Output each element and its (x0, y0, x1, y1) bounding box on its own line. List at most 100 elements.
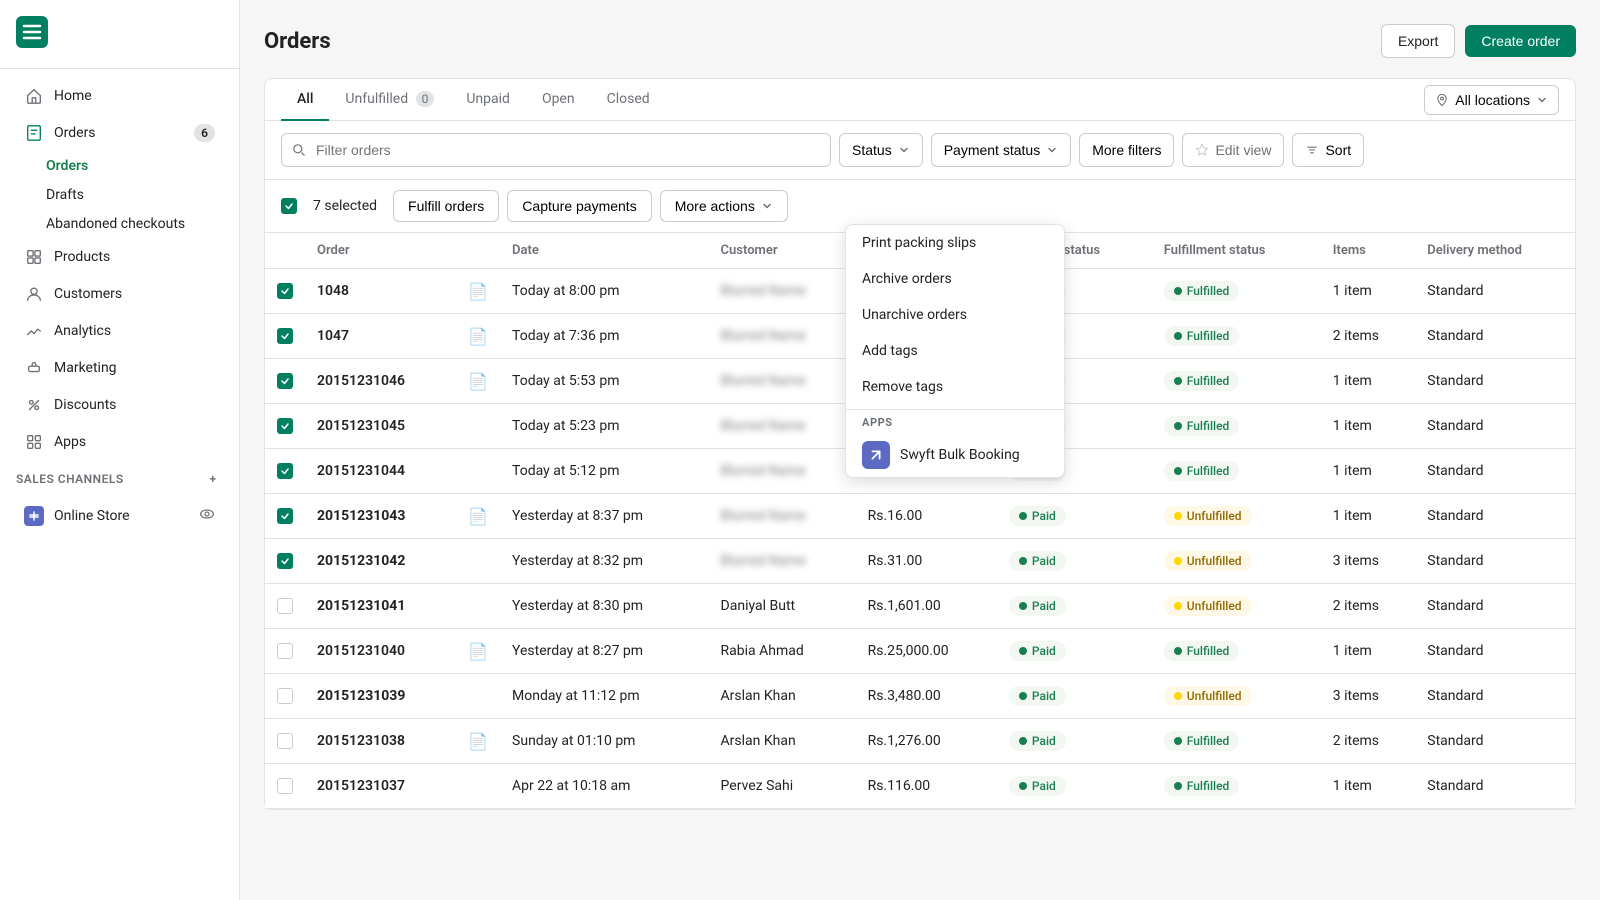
sidebar-item-products[interactable]: Products (8, 239, 231, 275)
payment-status-filter-button[interactable]: Payment status (931, 133, 1072, 167)
more-actions-button[interactable]: More actions (660, 190, 788, 222)
select-all-checkbox[interactable] (281, 198, 297, 214)
tab-all[interactable]: All (281, 79, 329, 121)
table-row[interactable]: 20151231039 Monday at 11:12 pm Arslan Kh… (265, 674, 1575, 719)
tab-unfulfilled[interactable]: Unfulfilled 0 (329, 79, 450, 121)
order-date-cell: Yesterday at 8:27 pm (500, 629, 709, 674)
sidebar-item-apps[interactable]: Apps (8, 424, 231, 460)
row-checkbox[interactable] (277, 508, 293, 524)
col-order: Order (305, 233, 456, 269)
order-number-link[interactable]: 20151231038 (317, 733, 405, 749)
order-number-cell[interactable]: 20151231045 (305, 404, 456, 449)
search-wrap (281, 133, 831, 167)
table-row[interactable]: 20151231043 📄 Yesterday at 8:37 pm Blurr… (265, 494, 1575, 539)
order-number-link[interactable]: 20151231037 (317, 778, 405, 794)
sidebar-item-orders[interactable]: Orders 6 (8, 115, 231, 151)
row-checkbox[interactable] (277, 283, 293, 299)
order-number-cell[interactable]: 1048 (305, 269, 456, 314)
fulfill-orders-button[interactable]: Fulfill orders (393, 190, 499, 222)
dropdown-unarchive-orders[interactable]: Unarchive orders (846, 297, 1064, 333)
row-checkbox[interactable] (277, 598, 293, 614)
sidebar-sub-abandoned[interactable]: Abandoned checkouts (46, 210, 231, 238)
page-title: Orders (264, 29, 331, 54)
create-order-button[interactable]: Create order (1465, 25, 1576, 57)
sort-button[interactable]: Sort (1292, 133, 1364, 167)
order-number-cell[interactable]: 20151231041 (305, 584, 456, 629)
table-row[interactable]: 20151231038 📄 Sunday at 01:10 pm Arslan … (265, 719, 1575, 764)
header-actions: Export Create order (1381, 24, 1576, 58)
dropdown-archive-orders[interactable]: Archive orders (846, 261, 1064, 297)
row-checkbox[interactable] (277, 328, 293, 344)
order-number-cell[interactable]: 20151231043 (305, 494, 456, 539)
order-amount-cell: Rs.16.00 (856, 494, 997, 539)
order-number-link[interactable]: 20151231040 (317, 643, 405, 659)
row-checkbox[interactable] (277, 463, 293, 479)
add-sales-channel-button[interactable]: + (203, 469, 223, 489)
order-number-link[interactable]: 20151231043 (317, 508, 405, 524)
table-row[interactable]: 20151231041 Yesterday at 8:30 pm Daniyal… (265, 584, 1575, 629)
row-checkbox[interactable] (277, 688, 293, 704)
dropdown-add-tags[interactable]: Add tags (846, 333, 1064, 369)
order-number-link[interactable]: 1048 (317, 283, 349, 299)
order-number-link[interactable]: 20151231042 (317, 553, 405, 569)
row-checkbox[interactable] (277, 733, 293, 749)
dropdown-remove-tags[interactable]: Remove tags (846, 369, 1064, 405)
order-date-cell: Today at 8:00 pm (500, 269, 709, 314)
table-row[interactable]: 20151231042 Yesterday at 8:32 pm Blurred… (265, 539, 1575, 584)
order-number-link[interactable]: 20151231046 (317, 373, 405, 389)
order-fulfillment-cell: Unfulfilled (1152, 584, 1321, 629)
order-number-cell[interactable]: 20151231039 (305, 674, 456, 719)
sidebar-item-marketing[interactable]: Marketing (8, 350, 231, 386)
search-input[interactable] (281, 133, 831, 167)
order-items-cell: 2 items (1321, 584, 1416, 629)
order-fulfillment-cell: Fulfilled (1152, 764, 1321, 809)
order-customer-cell: Arslan Khan (709, 719, 856, 764)
order-number-cell[interactable]: 20151231037 (305, 764, 456, 809)
order-number-cell[interactable]: 20151231046 (305, 359, 456, 404)
edit-view-button[interactable]: Edit view (1182, 133, 1284, 167)
order-number-cell[interactable]: 20151231042 (305, 539, 456, 584)
sidebar-sub-orders[interactable]: Orders (46, 152, 231, 180)
row-checkbox[interactable] (277, 778, 293, 794)
bulk-actions-row: 7 selected Fulfill orders Capture paymen… (265, 180, 1575, 233)
sidebar-item-discounts[interactable]: Discounts (8, 387, 231, 423)
row-checkbox[interactable] (277, 373, 293, 389)
dropdown-swyft-item[interactable]: Swyft Bulk Booking (846, 433, 1064, 477)
sidebar-item-customers[interactable]: Customers (8, 276, 231, 312)
location-filter-button[interactable]: All locations (1424, 85, 1559, 115)
order-number-link[interactable]: 20151231039 (317, 688, 405, 704)
order-number-cell[interactable]: 20151231044 (305, 449, 456, 494)
sidebar: Home Orders 6 Orders Drafts Abandoned ch… (0, 0, 240, 900)
row-checkbox[interactable] (277, 553, 293, 569)
export-button[interactable]: Export (1381, 24, 1455, 58)
order-number-cell[interactable]: 20151231040 (305, 629, 456, 674)
note-icon: 📄 (468, 372, 488, 391)
sidebar-item-home[interactable]: Home (8, 78, 231, 114)
order-number-link[interactable]: 1047 (317, 328, 349, 344)
order-number-link[interactable]: 20151231041 (317, 598, 405, 614)
orders-icon (24, 123, 44, 143)
order-number-link[interactable]: 20151231044 (317, 463, 405, 479)
table-row[interactable]: 20151231040 📄 Yesterday at 8:27 pm Rabia… (265, 629, 1575, 674)
fulfillment-badge: Unfulfilled (1164, 506, 1252, 526)
sidebar-item-online-store[interactable]: Online Store (8, 498, 231, 534)
more-filters-button[interactable]: More filters (1079, 133, 1174, 167)
table-row[interactable]: 20151231037 Apr 22 at 10:18 am Pervez Sa… (265, 764, 1575, 809)
status-filter-button[interactable]: Status (839, 133, 923, 167)
order-number-link[interactable]: 20151231045 (317, 418, 405, 434)
sidebar-sub-drafts[interactable]: Drafts (46, 181, 231, 209)
row-checkbox[interactable] (277, 418, 293, 434)
tab-open[interactable]: Open (526, 79, 591, 121)
online-store-visibility-icon[interactable] (199, 506, 215, 526)
tab-closed[interactable]: Closed (591, 79, 666, 121)
row-checkbox[interactable] (277, 643, 293, 659)
capture-payments-button[interactable]: Capture payments (507, 190, 651, 222)
dropdown-print-packing-slips[interactable]: Print packing slips (846, 225, 1064, 261)
location-label: All locations (1455, 92, 1530, 108)
order-number-cell[interactable]: 20151231038 (305, 719, 456, 764)
unfulfilled-badge: 0 (416, 91, 435, 107)
fulfillment-badge: Fulfilled (1164, 281, 1240, 301)
order-number-cell[interactable]: 1047 (305, 314, 456, 359)
tab-unpaid[interactable]: Unpaid (450, 79, 526, 121)
sidebar-item-analytics[interactable]: Analytics (8, 313, 231, 349)
